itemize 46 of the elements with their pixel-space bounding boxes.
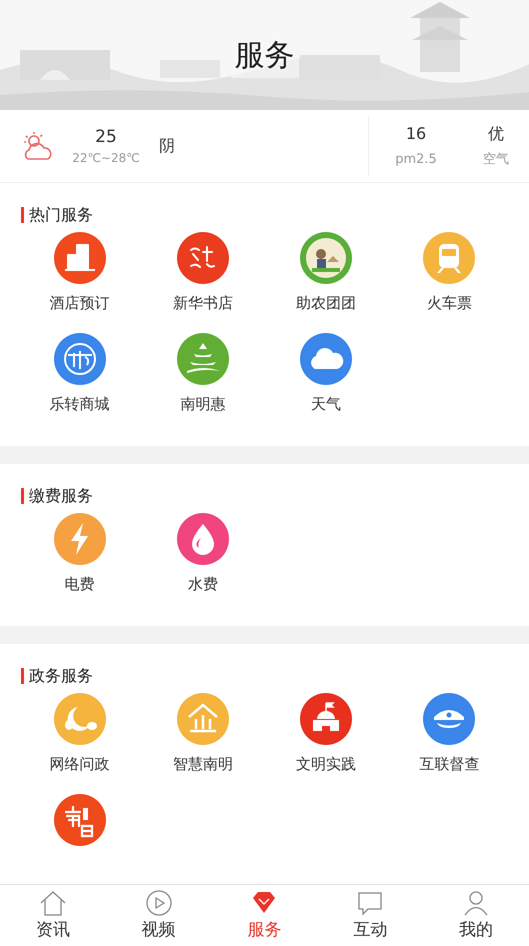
service-item[interactable]: 互联督查: [388, 691, 511, 792]
bolt-service-icon: [54, 513, 106, 565]
air-quality: 优: [488, 123, 504, 146]
section-marker: [21, 668, 24, 684]
house-service-icon: [176, 693, 229, 745]
farm-service-icon: [300, 232, 352, 284]
bookstore-service-icon: [176, 232, 229, 284]
tab-item[interactable]: 我的: [423, 885, 529, 946]
section-marker: [21, 207, 24, 223]
pm-value: 16: [406, 123, 426, 146]
air-label: 空气: [483, 151, 509, 170]
weather-condition: 阴: [159, 135, 175, 157]
tab-item[interactable]: 服务: [212, 885, 318, 946]
service-item[interactable]: 网络问政: [18, 691, 142, 792]
section-title: 政务服务: [29, 665, 93, 687]
cloud-service-icon: [300, 333, 352, 385]
service-item[interactable]: 文明实践: [264, 691, 388, 792]
tab-item[interactable]: 互动: [317, 885, 424, 946]
pagoda-service-icon: [176, 333, 229, 385]
train-service-icon: [423, 232, 476, 284]
service-item[interactable]: 电费: [18, 511, 142, 612]
tab-item[interactable]: 视频: [106, 885, 212, 946]
temperature: 25: [95, 126, 117, 149]
service-item[interactable]: 酒店预订: [18, 230, 142, 331]
service-item[interactable]: 天气: [264, 331, 388, 432]
play-icon: [144, 888, 174, 918]
swirl-service-icon: [54, 693, 106, 745]
seal-service-icon: [54, 794, 106, 846]
service-item[interactable]: 新华书店: [141, 230, 264, 331]
drop-service-icon: [176, 513, 229, 565]
cap-service-icon: [423, 693, 476, 745]
service-item[interactable]: 水费: [141, 511, 264, 612]
service-item[interactable]: 乐转商城: [18, 331, 142, 432]
flag-service-icon: [300, 693, 352, 745]
service-item[interactable]: 助农团团: [264, 230, 388, 331]
service-item[interactable]: 火车票: [388, 230, 511, 331]
section-title: 缴费服务: [29, 485, 93, 507]
tab-item[interactable]: 资讯: [0, 885, 106, 946]
mall-service-icon: [54, 333, 106, 385]
hotel-service-icon: [54, 232, 106, 284]
pm-label: pm2.5: [395, 151, 437, 170]
service-item[interactable]: 南明惠: [141, 331, 264, 432]
temperature-range: 22℃~28℃: [72, 150, 140, 167]
section-title: 热门服务: [29, 204, 93, 226]
service-item[interactable]: 智慧南明: [141, 691, 264, 792]
section-marker: [21, 488, 24, 504]
